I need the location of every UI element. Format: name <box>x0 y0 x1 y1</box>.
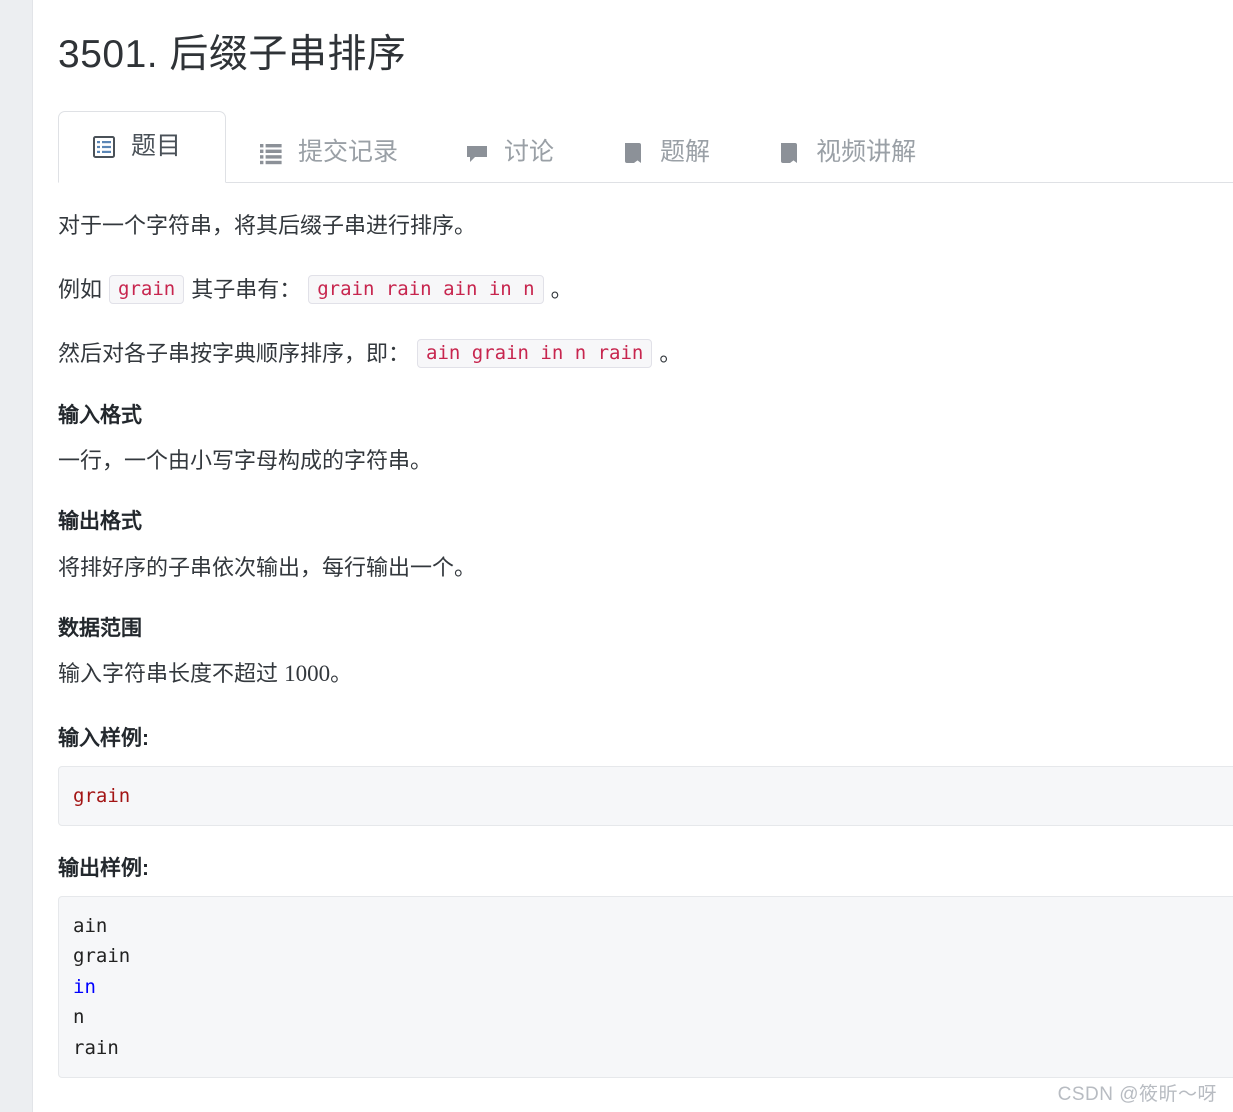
tab-solution[interactable]: 题解 <box>588 124 744 182</box>
intro-paragraph: 对于一个字符串，将其后缀子串进行排序。 <box>58 209 1233 243</box>
tab-problem[interactable]: 题目 <box>58 110 227 183</box>
section-heading-input-format: 输入格式 <box>58 403 142 427</box>
tab-label: 题目 <box>131 132 182 161</box>
example-middle-text: 其子串有： <box>191 276 302 302</box>
comment-icon <box>464 140 490 166</box>
example-paragraph: 例如 grain 其子串有： grain rain ain in n 。 <box>58 273 1233 307</box>
tab-label: 提交记录 <box>298 138 399 167</box>
section-body-input-format: 一行，一个由小写字母构成的字符串。 <box>58 444 1233 477</box>
code-line: grain <box>73 945 131 968</box>
output-sample-code-block: ain grain in n rain <box>58 896 1233 1078</box>
problem-page: 3501. 后缀子串排序 题目 提交记录 讨论 题解 视频讲解 对于一个字符串，… <box>34 0 1233 1112</box>
input-sample-label: 输入样例: <box>58 726 149 750</box>
tab-bar: 题目 提交记录 讨论 题解 视频讲解 <box>58 110 1233 183</box>
intro-text: 对于一个字符串，将其后缀子串进行排序。 <box>58 212 477 238</box>
csdn-watermark: CSDN @筱昕～呀 <box>1057 1084 1217 1105</box>
left-gutter-rail <box>0 0 33 1112</box>
sorted-paragraph: 然后对各子串按字典顺序排序，即： ain grain in n rain 。 <box>58 337 1233 371</box>
tab-label: 题解 <box>660 138 711 167</box>
problem-description: 对于一个字符串，将其后缀子串进行排序。 例如 grain 其子串有： grain… <box>34 209 1233 1078</box>
book-icon <box>776 140 802 166</box>
example-word-code: grain <box>109 275 185 305</box>
section-body-text: 一行，一个由小写字母构成的字符串。 <box>58 448 433 474</box>
tab-label: 讨论 <box>504 138 555 167</box>
example-suffix-text: 。 <box>550 276 573 302</box>
output-sample-label: 输出样例: <box>58 857 149 881</box>
code-line: grain <box>73 784 131 807</box>
example-substrings-code: grain rain ain in n <box>308 275 544 305</box>
list-icon <box>258 140 284 166</box>
tab-label: 视频讲解 <box>816 138 917 167</box>
input-sample-code-block: grain <box>58 765 1233 827</box>
code-line: n <box>73 1006 85 1029</box>
tab-discussion[interactable]: 讨论 <box>432 124 588 182</box>
code-line: rain <box>73 1036 119 1059</box>
section-body-data-range: 输入字符串长度不超过 1000。 <box>58 657 1233 692</box>
section-body-text: 输入字符串长度不超过 <box>58 661 285 687</box>
tab-submissions[interactable]: 提交记录 <box>226 124 432 182</box>
tab-video-explanation[interactable]: 视频讲解 <box>744 124 950 182</box>
sorted-prefix-text: 然后对各子串按字典顺序排序，即： <box>58 340 411 366</box>
section-body-output-format: 将排好序的子串依次输出，每行输出一个。 <box>58 551 1233 584</box>
section-heading-output-format: 输出格式 <box>58 510 142 534</box>
example-prefix-text: 例如 <box>58 276 103 302</box>
sorted-suffix-text: 。 <box>659 340 682 366</box>
document-list-icon <box>91 134 117 160</box>
section-body-text: 将排好序的子串依次输出，每行输出一个。 <box>58 554 477 580</box>
sorted-substrings-code: ain grain in n rain <box>417 339 653 369</box>
page-title: 3501. 后缀子串排序 <box>58 33 407 76</box>
code-line: ain <box>73 915 108 938</box>
section-heading-data-range: 数据范围 <box>58 616 142 640</box>
code-line: in <box>73 975 96 998</box>
data-range-limit-value: 1000 <box>284 661 331 687</box>
book-icon <box>620 140 646 166</box>
section-body-suffix: 。 <box>330 661 353 687</box>
